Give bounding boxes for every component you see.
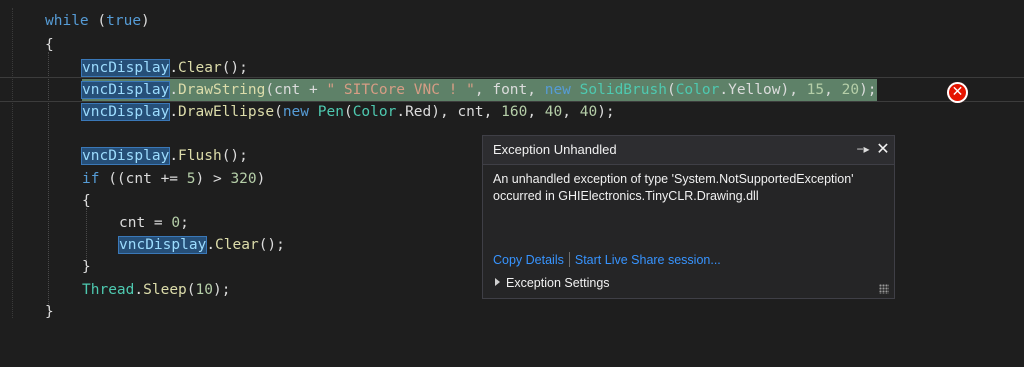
code-text: ((cnt += [99, 171, 187, 187]
keyword: if [82, 171, 100, 187]
expand-triangle-icon [495, 278, 500, 286]
code-text: , [562, 104, 580, 120]
code-text: (); [258, 237, 285, 253]
code-line[interactable]: vncDisplay.DrawEllipse(new Pen(Color.Red… [0, 101, 1024, 123]
keyword: true [106, 13, 142, 29]
keyword: new [282, 104, 310, 120]
code-text: ( [666, 82, 676, 98]
symbol-reference-highlight[interactable]: vncDisplay [80, 59, 171, 77]
code-text: , [527, 104, 545, 120]
type-name: Color [675, 82, 720, 98]
number-literal: 10 [195, 282, 213, 298]
keyword: new [544, 82, 571, 98]
number-literal: 40 [544, 104, 563, 120]
code-text: , [824, 82, 842, 98]
method-name: Clear [178, 60, 222, 76]
code-text: ( [88, 13, 107, 29]
code-text: . [169, 148, 179, 164]
number-literal: 40 [579, 104, 598, 120]
popup-header[interactable]: Exception Unhandled −▸ ✕ [483, 136, 894, 165]
open-brace: { [45, 37, 54, 53]
code-text: (cnt + [265, 82, 327, 98]
exception-message-line: occurred in GHIElectronics.TinyCLR.Drawi… [493, 189, 759, 203]
method-name: DrawEllipse [178, 104, 275, 120]
pin-icon[interactable]: −▸ [855, 141, 871, 157]
code-line[interactable]: vncDisplay.Clear(); [0, 57, 1024, 79]
code-line[interactable]: { [0, 34, 1024, 56]
symbol-reference-highlight[interactable]: vncDisplay [80, 103, 171, 121]
code-text: ; [180, 215, 189, 231]
code-text: ); [859, 82, 877, 98]
exception-settings-toggle[interactable]: Exception Settings [495, 275, 610, 291]
code-text: , font, [474, 82, 545, 98]
close-brace: } [82, 259, 91, 275]
popup-links: Copy Details Start Live Share session... [493, 252, 721, 268]
code-text: ( [274, 104, 283, 120]
method-name: Flush [178, 148, 222, 164]
error-icon[interactable]: ✕ [947, 82, 968, 103]
symbol-reference-highlight[interactable]: vncDisplay [80, 147, 171, 165]
current-statement-line[interactable]: vncDisplay.DrawString(cnt + " SITCore VN… [0, 79, 1024, 101]
method-name: Sleep [143, 282, 187, 298]
open-brace: { [82, 193, 91, 209]
popup-title: Exception Unhandled [493, 142, 617, 157]
code-text: . [169, 104, 179, 120]
code-text: ); [212, 282, 231, 298]
exception-settings-label: Exception Settings [506, 276, 610, 290]
code-text: ) [141, 13, 150, 29]
code-text: cnt = [119, 215, 172, 231]
keyword: while [45, 13, 89, 29]
code-text: . [169, 60, 179, 76]
code-line[interactable]: } [0, 301, 1024, 323]
close-icon[interactable]: ✕ [875, 140, 891, 158]
type-name: Pen [317, 104, 344, 120]
method-name: Clear [215, 237, 259, 253]
method-name: DrawString [178, 82, 266, 98]
exception-popup[interactable]: Exception Unhandled −▸ ✕ An unhandled ex… [482, 135, 895, 299]
type-name: Color [352, 104, 397, 120]
error-x-glyph: ✕ [951, 84, 964, 100]
resize-grip-icon[interactable] [879, 284, 889, 294]
string-literal: " SITCore VNC ! " [326, 82, 475, 98]
code-text: ( [343, 104, 353, 120]
number-literal: 20 [841, 82, 860, 98]
number-literal: 160 [501, 104, 528, 120]
number-literal: 15 [806, 82, 825, 98]
current-statement-highlight: vncDisplay.DrawString(cnt + " SITCore VN… [80, 79, 877, 101]
code-text: . [134, 282, 144, 298]
symbol-reference-highlight[interactable]: vncDisplay [117, 236, 208, 254]
code-text: .Red), cnt, [396, 104, 502, 120]
link-separator [568, 252, 570, 267]
code-text: ) > [195, 171, 231, 187]
close-brace: } [45, 304, 54, 320]
symbol-reference-highlight[interactable]: vncDisplay [80, 81, 171, 99]
number-literal: 5 [186, 171, 196, 187]
code-line[interactable]: while (true) [0, 10, 1024, 32]
code-text: (); [221, 60, 248, 76]
live-share-link[interactable]: Start Live Share session... [575, 253, 721, 267]
type-name: Thread [82, 282, 135, 298]
copy-details-link[interactable]: Copy Details [493, 253, 564, 267]
code-text: . [206, 237, 216, 253]
code-text: ( [186, 282, 196, 298]
code-text: .Yellow), [719, 82, 807, 98]
code-text: ); [597, 104, 615, 120]
code-text: ) [256, 171, 266, 187]
exception-message-line: An unhandled exception of type 'System.N… [493, 172, 854, 186]
number-literal: 320 [230, 171, 257, 187]
code-text: (); [221, 148, 248, 164]
code-text: . [169, 82, 179, 98]
type-name: SolidBrush [579, 82, 667, 98]
exception-message: An unhandled exception of type 'System.N… [493, 171, 883, 205]
number-literal: 0 [171, 215, 181, 231]
